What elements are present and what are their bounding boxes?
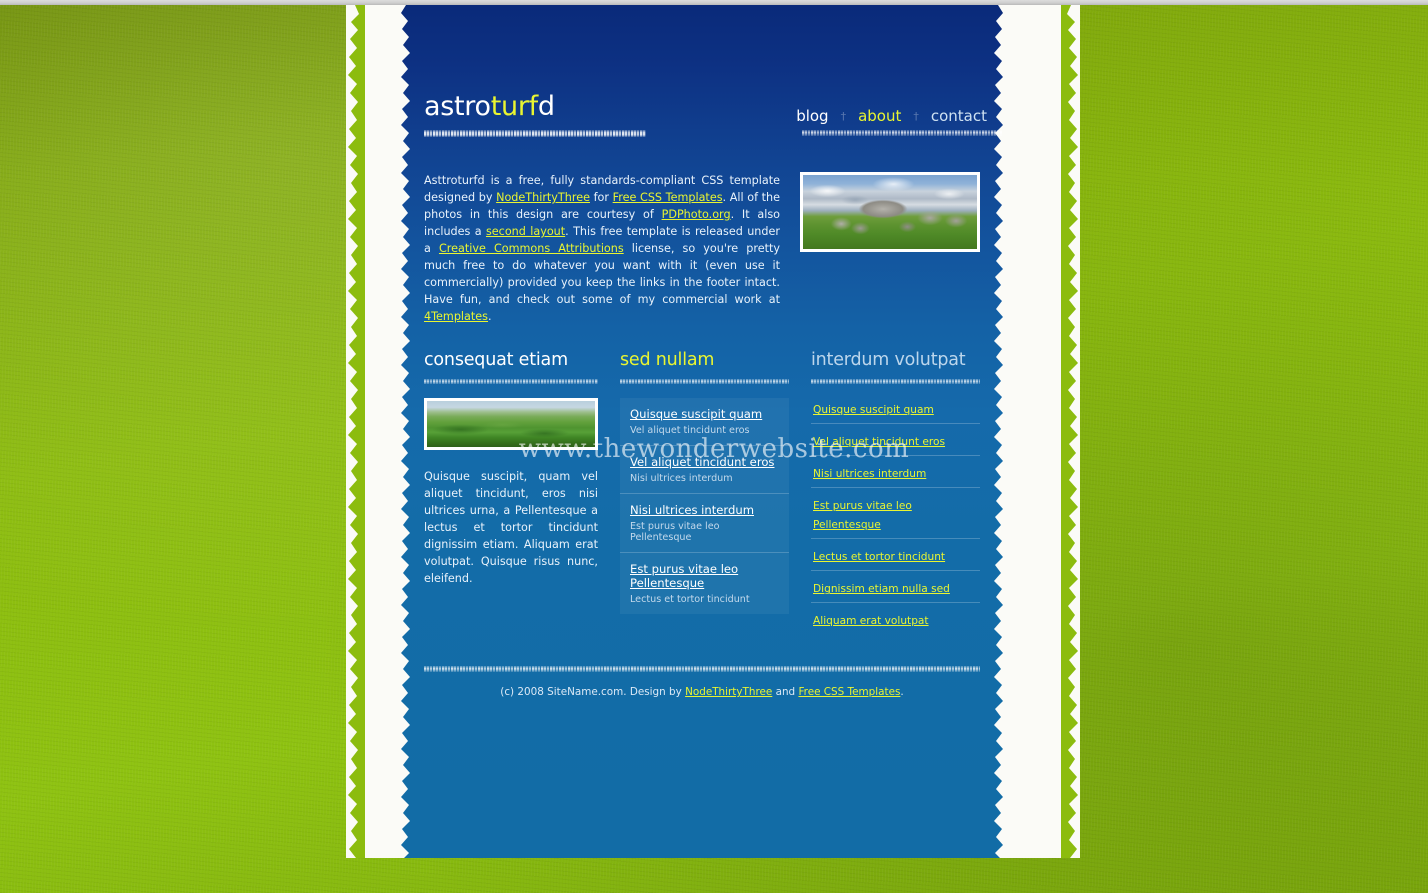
intro-paragraph: Asttroturfd is a free, fully standards-c…	[424, 172, 780, 325]
list-item-title[interactable]: Quisque suscipit quam	[630, 407, 779, 421]
intro-text-2: for	[589, 191, 613, 205]
list-item-subtitle: Est purus vitae leo Pellentesque	[630, 521, 720, 544]
rag-right-outer	[1061, 5, 1078, 858]
list-item[interactable]: Vel aliquet tincidunt eros Nisi ultrices…	[620, 445, 789, 494]
site-logo[interactable]: astroturfd	[424, 93, 555, 120]
nav-separator-1: †	[840, 109, 847, 123]
site-footer: (c) 2008 SiteName.com. Design by NodeThi…	[398, 666, 1006, 698]
column-middle-heading: sed nullam	[620, 350, 715, 371]
list-item[interactable]: Vel aliquet tincidunt eros	[811, 423, 980, 455]
list-item[interactable]: Lectus et tortor tincidunt	[811, 538, 980, 570]
nav-item-about[interactable]: about	[847, 107, 912, 125]
page-background: astroturfd blog † about † contact Asttro…	[0, 0, 1428, 893]
main-navigation: blog † about † contact	[785, 107, 998, 125]
column-right-heading-rule	[811, 379, 980, 385]
top-strip	[0, 0, 1428, 5]
footer-link-free-css-templates[interactable]: Free CSS Templates	[798, 686, 900, 698]
link-pdphoto[interactable]: PDPhoto.org	[662, 208, 731, 221]
column-right-heading: interdum volutpat	[811, 350, 966, 371]
footer-text-2: and	[772, 686, 799, 699]
link-second-layout[interactable]: second layout	[486, 225, 565, 238]
column-left-photo-countryside	[424, 398, 598, 451]
list-item[interactable]: Est purus vitae leo Pellentesque Lectus …	[620, 552, 789, 615]
column-middle-list: Quisque suscipit quam Vel aliquet tincid…	[620, 398, 789, 615]
intro-text-7: .	[488, 310, 492, 324]
torn-paper-edge-right	[994, 5, 1080, 858]
column-left-heading: consequat etiam	[424, 350, 568, 371]
footer-credits: (c) 2008 SiteName.com. Design by NodeThi…	[424, 672, 980, 698]
logo-underline-decoration	[424, 130, 646, 137]
list-item-subtitle: Vel aliquet tincidunt eros	[630, 425, 750, 437]
list-item-title[interactable]: Est purus vitae leo Pellentesque	[630, 562, 779, 590]
column-right-link-list: Quisque suscipit quam Vel aliquet tincid…	[811, 398, 980, 634]
rag-left-outer	[348, 5, 365, 858]
list-item[interactable]: Nisi ultrices interdum	[811, 455, 980, 487]
nav-item-contact[interactable]: contact	[920, 107, 998, 125]
right-link[interactable]: Vel aliquet tincidunt eros	[813, 436, 945, 448]
nav-item-blog[interactable]: blog	[785, 107, 839, 125]
list-item[interactable]: Aliquam erat volutpat	[811, 602, 980, 634]
right-link[interactable]: Aliquam erat volutpat	[813, 615, 929, 627]
footer-link-nodethirtythree[interactable]: NodeThirtyThree	[685, 686, 772, 698]
nav-separator-2: †	[913, 109, 919, 123]
link-creative-commons[interactable]: Creative Commons Attributions	[439, 242, 624, 255]
footer-text-3: .	[900, 686, 904, 699]
site-header: astroturfd blog † about † contact	[398, 5, 1006, 150]
link-nodethirtythree[interactable]: NodeThirtyThree	[496, 191, 590, 204]
list-item[interactable]: Dignissim etiam nulla sed	[811, 570, 980, 602]
three-column-section: consequat etiam Quisque suscipit, quam v…	[398, 325, 1006, 634]
nav-underline-decoration	[802, 130, 1002, 136]
list-item-subtitle: Nisi ultrices interdum	[630, 473, 733, 485]
logo-text-part3: d	[537, 91, 555, 122]
photo-image-rocks	[803, 175, 977, 249]
list-item-title[interactable]: Vel aliquet tincidunt eros	[630, 455, 779, 469]
right-link[interactable]: Est purus vitae leo Pellentesque	[813, 500, 912, 531]
logo-text-part2: turf	[490, 91, 538, 122]
footer-text-1: (c) 2008 SiteName.com. Design by	[500, 686, 686, 699]
column-left-heading-rule	[424, 379, 598, 385]
column-right: interdum volutpat Quisque suscipit quam …	[811, 350, 980, 634]
column-middle-heading-rule	[620, 379, 789, 385]
list-item-subtitle: Lectus et tortor tincidunt	[630, 594, 750, 606]
photo-image-fields	[427, 401, 595, 448]
right-link[interactable]: Nisi ultrices interdum	[813, 468, 926, 480]
main-content-panel: astroturfd blog † about † contact Asttro…	[398, 5, 1006, 858]
list-item-title[interactable]: Nisi ultrices interdum	[630, 503, 779, 517]
list-item[interactable]: Quisque suscipit quam Vel aliquet tincid…	[620, 398, 789, 446]
header-photo-rocky-hill	[800, 172, 980, 252]
link-free-css-templates[interactable]: Free CSS Templates	[613, 191, 723, 204]
logo-text-part1: astro	[424, 91, 491, 122]
right-link[interactable]: Dignissim etiam nulla sed	[813, 583, 950, 595]
right-link[interactable]: Lectus et tortor tincidunt	[813, 551, 945, 563]
list-item[interactable]: Est purus vitae leo Pellentesque	[811, 487, 980, 538]
list-item[interactable]: Nisi ultrices interdum Est purus vitae l…	[620, 493, 789, 553]
intro-section: Asttroturfd is a free, fully standards-c…	[398, 150, 1006, 325]
link-4templates[interactable]: 4Templates	[424, 310, 488, 323]
column-middle: sed nullam Quisque suscipit quam Vel ali…	[620, 350, 789, 634]
right-link[interactable]: Quisque suscipit quam	[813, 404, 934, 416]
footer-rule-decoration	[424, 666, 980, 673]
column-left-body-text: Quisque suscipit, quam vel aliquet tinci…	[424, 470, 598, 586]
column-left: consequat etiam Quisque suscipit, quam v…	[424, 350, 598, 634]
list-item[interactable]: Quisque suscipit quam	[811, 398, 980, 423]
